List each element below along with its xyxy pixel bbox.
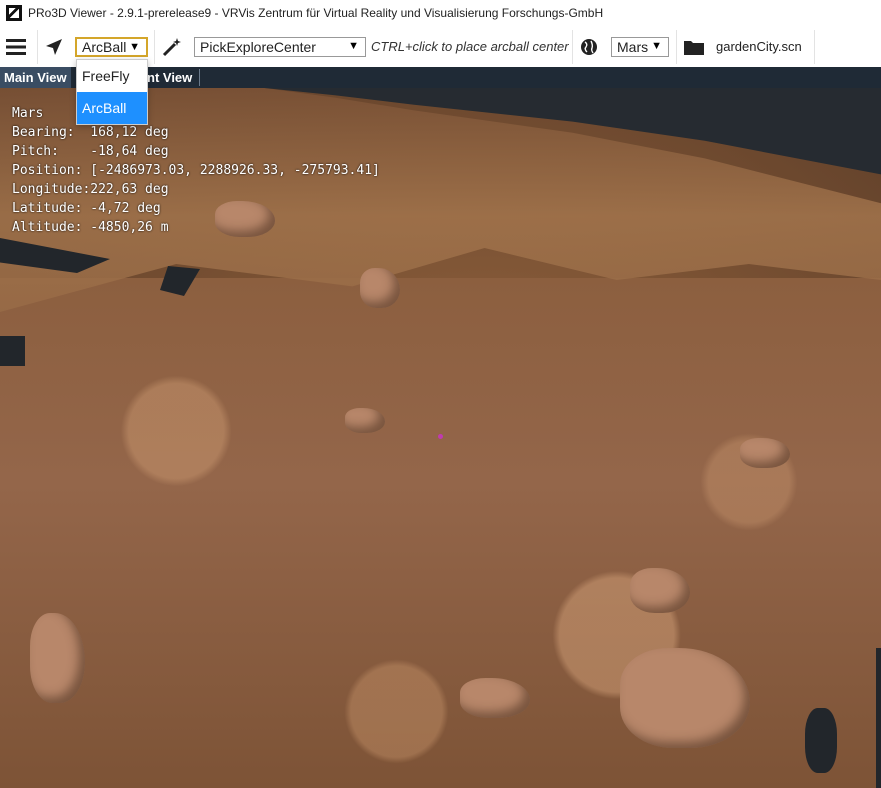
terrain-hole <box>805 708 837 773</box>
hud-planet: Mars <box>12 106 44 121</box>
dropdown-option-arcball[interactable]: ArcBall <box>77 92 147 124</box>
window-title: PRo3D Viewer - 2.9.1-prerelease9 - VRVis… <box>28 5 604 20</box>
tab-main-view[interactable]: Main View <box>0 67 71 88</box>
rock <box>345 408 385 433</box>
rock <box>360 268 400 308</box>
scene-file-name[interactable]: gardenCity.scn <box>716 39 802 54</box>
navigation-arrow-icon <box>45 26 65 67</box>
terrain-hole <box>876 648 881 788</box>
hud-pitch: Pitch: -18,64 deg <box>12 144 169 159</box>
hamburger-menu-icon[interactable] <box>6 26 30 67</box>
pick-mode-select[interactable]: PickExploreCenter ▼ <box>194 36 366 57</box>
rock <box>740 438 790 468</box>
navigation-mode-dropdown: FreeFly ArcBall <box>76 59 148 125</box>
navigation-mode-value: ArcBall <box>82 38 127 55</box>
camera-info-overlay: Mars Bearing: 168,12 deg Pitch: -18,64 deg… <box>12 104 380 237</box>
caret-down-icon: ▼ <box>129 40 140 53</box>
globe-icon <box>580 26 600 67</box>
terrain-surface <box>0 278 881 788</box>
tab-secondary-view[interactable]: nt View <box>143 67 196 88</box>
app-logo-icon <box>6 4 22 21</box>
folder-icon[interactable] <box>684 26 706 67</box>
caret-down-icon: ▼ <box>651 39 662 52</box>
hud-altitude: Altitude: -4850,26 m <box>12 220 169 235</box>
rock <box>460 678 530 718</box>
render-viewport[interactable]: Mars Bearing: 168,12 deg Pitch: -18,64 deg… <box>0 88 881 788</box>
navigation-mode-select[interactable]: ArcBall ▼ <box>75 36 148 57</box>
hud-bearing: Bearing: 168,12 deg <box>12 125 169 140</box>
hud-longitude: Longitude:222,63 deg <box>12 182 169 197</box>
hud-latitude: Latitude: -4,72 deg <box>12 201 161 216</box>
hud-position: Position: [-2486973.03, 2288926.33, -275… <box>12 163 380 178</box>
planet-select[interactable]: Mars ▼ <box>611 36 669 57</box>
magic-wand-icon <box>162 26 184 67</box>
dropdown-option-freefly[interactable]: FreeFly <box>77 60 147 92</box>
pick-mode-value: PickExploreCenter <box>200 38 316 55</box>
caret-down-icon: ▼ <box>348 39 359 52</box>
pick-hint-text: CTRL+click to place arcball center <box>371 39 569 54</box>
pick-marker <box>438 434 443 439</box>
planet-value: Mars <box>617 38 649 55</box>
rock <box>630 568 690 613</box>
title-bar: PRo3D Viewer - 2.9.1-prerelease9 - VRVis… <box>0 0 881 25</box>
terrain-hole <box>0 336 25 366</box>
